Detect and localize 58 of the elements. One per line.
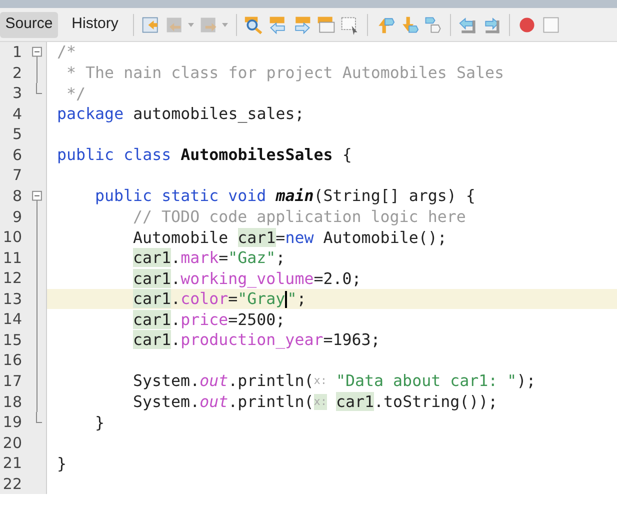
line-number: 20 <box>2 432 22 454</box>
line-number: 4 <box>11 104 22 125</box>
line-number: 16 <box>2 350 22 372</box>
code-text: "; <box>287 288 306 310</box>
code-text: Automobile car1=new Automobile(); <box>133 226 447 248</box>
line-number: 13 <box>2 288 22 310</box>
code-text: */ <box>66 82 86 105</box>
code-text: "Data about car1: "); <box>336 370 536 392</box>
code-text: } <box>95 412 105 434</box>
line-number: 22 <box>2 474 22 495</box>
parameter-hint: x: <box>314 394 327 410</box>
select-rectangle-icon[interactable] <box>340 14 360 34</box>
code-text: } <box>57 452 67 475</box>
code-text: System.out.println( <box>133 370 314 392</box>
line-number: 19 <box>2 412 22 434</box>
copy-shape-icon[interactable] <box>423 14 443 34</box>
search-icon[interactable] <box>244 14 264 34</box>
toggle-highlight-icon[interactable] <box>316 14 336 34</box>
fold-guide-line <box>36 62 38 84</box>
code-text: package automobiles_sales; <box>57 103 304 126</box>
code-text: public class AutomobilesSales { <box>57 144 352 166</box>
code-text: * The nain class for project Automobiles Sales <box>66 62 504 84</box>
line-number: 5 <box>11 124 22 146</box>
line-number: 7 <box>11 165 22 186</box>
line-number: 21 <box>2 453 22 474</box>
line-number: 2 <box>11 62 22 84</box>
find-previous-icon[interactable] <box>268 14 288 34</box>
line-number: 6 <box>11 144 22 166</box>
find-next-icon[interactable] <box>292 14 312 34</box>
code-text: car1.mark="Gaz"; <box>133 247 286 270</box>
line-number: 17 <box>2 371 22 392</box>
line-number: 12 <box>2 268 22 290</box>
dropdown-caret-icon[interactable] <box>221 22 229 28</box>
parameter-hint: x: <box>314 373 327 390</box>
code-text: System.out.println( <box>133 391 314 413</box>
line-number: 10 <box>2 227 22 248</box>
stop-icon[interactable] <box>541 14 561 34</box>
line-number: 11 <box>2 248 22 269</box>
line-number: 18 <box>2 392 22 413</box>
line-number: 15 <box>2 330 22 351</box>
code-text: public static void main(String[] args) { <box>95 185 476 208</box>
line-number: 14 <box>2 309 22 330</box>
code-text: /* <box>57 41 76 64</box>
code-text: // TODO code application logic here <box>133 206 466 228</box>
code-text: car1.working_volume=2.0; <box>133 268 362 290</box>
code-text: car1.color="Gray <box>133 288 286 310</box>
line-number: 3 <box>11 83 22 104</box>
code-text: car1.price=2500; <box>133 308 286 331</box>
line-number: 1 <box>11 42 22 64</box>
dropdown-caret-icon[interactable] <box>187 22 195 28</box>
code-text: car1.production_year=1963; <box>133 329 380 352</box>
record-icon[interactable] <box>517 14 537 34</box>
line-number: 8 <box>11 186 22 207</box>
editor-tab[interactable]: Source <box>0 12 58 38</box>
code-text: car1.toString()); <box>336 391 498 413</box>
line-number: 9 <box>11 206 22 228</box>
last-edit-icon[interactable] <box>141 14 161 34</box>
editor-tab[interactable]: History <box>62 12 128 38</box>
